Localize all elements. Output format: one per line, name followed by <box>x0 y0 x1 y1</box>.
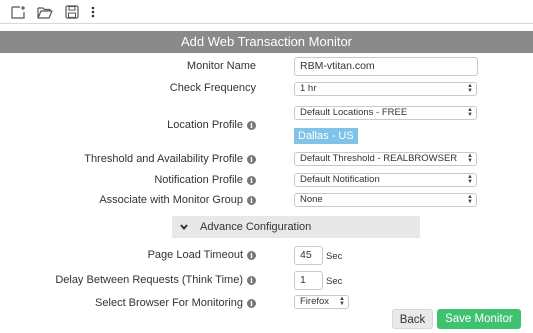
location-profile-value: Default Locations - FREE <box>300 107 408 118</box>
select-caret-icon: ▲ ▼ <box>467 107 473 118</box>
monitor-name-input[interactable]: RBM-vtitan.com <box>294 57 478 76</box>
threshold-select[interactable]: Default Threshold - REALBROWSER ▲ ▼ <box>294 152 477 166</box>
save-monitor-button[interactable]: Save Monitor <box>437 309 521 329</box>
check-frequency-value: 1 hr <box>300 83 317 94</box>
info-icon[interactable]: i <box>247 175 256 185</box>
think-time-label-text: Delay Between Requests (Think Time) <box>55 274 243 286</box>
page-load-timeout-unit: Sec <box>326 251 343 262</box>
more-vertical-icon[interactable] <box>88 3 98 21</box>
new-file-icon[interactable] <box>10 3 28 21</box>
location-profile-label: Location Profile i <box>167 119 256 131</box>
info-icon[interactable]: i <box>247 120 256 130</box>
info-icon[interactable]: i <box>247 275 256 285</box>
info-icon[interactable]: i <box>247 195 256 205</box>
open-folder-icon[interactable] <box>36 3 54 21</box>
threshold-value: Default Threshold - REALBROWSER <box>300 153 458 164</box>
advance-configuration-label: Advance Configuration <box>200 221 312 233</box>
monitor-group-label-text: Associate with Monitor Group <box>99 194 243 206</box>
browser-select[interactable]: Firefox ▲ ▼ <box>294 295 349 309</box>
check-frequency-label-text: Check Frequency <box>169 82 256 94</box>
back-button[interactable]: Back <box>392 309 433 329</box>
check-frequency-select[interactable]: 1 hr ▲ ▼ <box>294 82 477 96</box>
monitor-name-label-text: Monitor Name <box>186 60 256 72</box>
think-time-input[interactable]: 1 <box>294 271 323 290</box>
think-time-label: Delay Between Requests (Think Time) i <box>55 274 256 286</box>
save-icon[interactable] <box>63 3 81 21</box>
select-caret-icon: ▲ ▼ <box>339 296 345 307</box>
browser-label-text: Select Browser For Monitoring <box>95 297 243 309</box>
browser-value: Firefox <box>300 296 330 307</box>
location-profile-select[interactable]: Default Locations - FREE ▲ ▼ <box>294 106 477 120</box>
notification-label: Notification Profile i <box>154 174 256 186</box>
threshold-label-text: Threshold and Availability Profile <box>84 153 243 165</box>
location-tag[interactable]: Dallas - US <box>294 128 358 144</box>
monitor-group-value: None <box>300 194 323 205</box>
select-caret-icon: ▲ ▼ <box>467 153 473 164</box>
toolbar <box>0 0 533 24</box>
select-caret-icon: ▲ ▼ <box>467 194 473 205</box>
notification-select[interactable]: Default Notification ▲ ▼ <box>294 173 477 187</box>
info-icon[interactable]: i <box>247 250 256 260</box>
browser-label: Select Browser For Monitoring i <box>95 297 256 309</box>
monitor-group-label: Associate with Monitor Group i <box>99 194 256 206</box>
threshold-label: Threshold and Availability Profile i <box>84 153 256 165</box>
chevron-down-icon <box>180 224 188 231</box>
notification-value: Default Notification <box>300 174 380 185</box>
page-load-timeout-input[interactable]: 45 <box>294 246 323 265</box>
check-frequency-label: Check Frequency <box>170 82 256 94</box>
location-profile-label-text: Location Profile <box>167 119 243 131</box>
info-icon[interactable]: i <box>247 298 256 308</box>
select-caret-icon: ▲ ▼ <box>467 174 473 185</box>
monitor-name-label: Monitor Name <box>187 60 256 72</box>
page-load-timeout-label: Page Load Timeout i <box>148 249 256 261</box>
advance-configuration-toggle[interactable]: Advance Configuration <box>172 216 420 238</box>
monitor-group-select[interactable]: None ▲ ▼ <box>294 193 477 207</box>
info-icon[interactable]: i <box>247 154 256 164</box>
form-header: Add Web Transaction Monitor <box>0 31 533 53</box>
think-time-unit: Sec <box>326 276 343 287</box>
page-load-timeout-label-text: Page Load Timeout <box>147 249 243 261</box>
select-caret-icon: ▲ ▼ <box>467 83 473 94</box>
notification-label-text: Notification Profile <box>154 174 243 186</box>
